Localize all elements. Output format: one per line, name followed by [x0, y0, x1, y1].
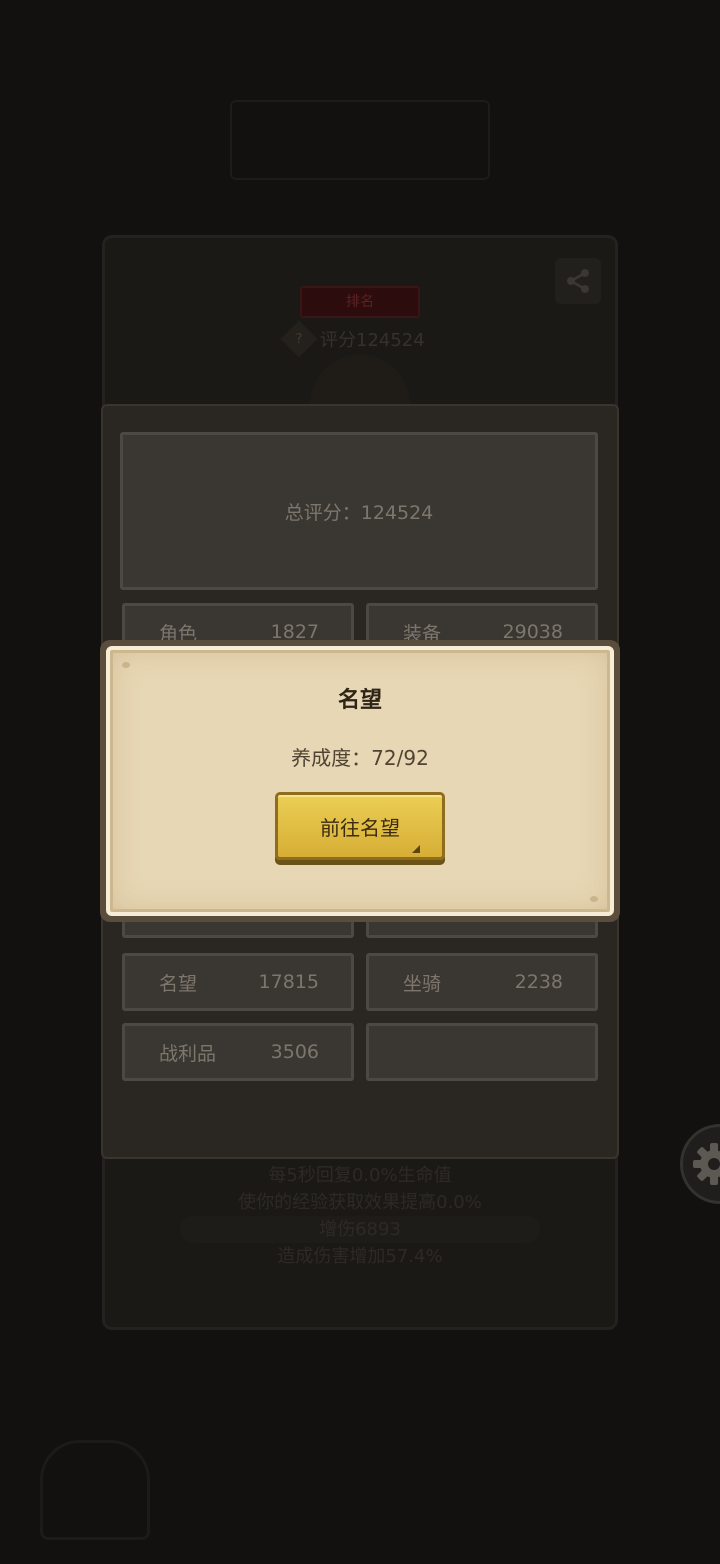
stat-value: 2238 [514, 971, 563, 993]
stat-card-reputation[interactable]: 名望 17815 [122, 953, 354, 1011]
background-buff-texts: 每5秒回复0.0%生命值 使你的经验获取效果提高0.0% 增伤6893 造成伤害… [0, 1162, 720, 1270]
background-decoration [230, 100, 490, 180]
stat-name: 名望 [159, 972, 198, 995]
help-icon[interactable]: ? [280, 320, 318, 358]
goto-reputation-button[interactable]: 前往名望 [275, 792, 445, 860]
stat-card-mount[interactable]: 坐骑 2238 [366, 953, 598, 1011]
background-score-label: 评分124524 [320, 330, 425, 351]
stat-card-empty [366, 1023, 598, 1081]
background-bottom-icon [40, 1440, 150, 1540]
share-button[interactable] [555, 258, 601, 304]
buff-line: 造成伤害增加57.4% [277, 1246, 443, 1267]
stat-name: 战利品 [159, 1042, 217, 1065]
nail-decoration [590, 896, 598, 902]
game-screen: 排名 ? 评分124524 每5秒回复0.0%生命值 使你的经验获取效果提高0.… [0, 0, 720, 1564]
goto-reputation-label: 前往名望 [320, 815, 400, 840]
popup-title: 名望 [337, 688, 382, 713]
nail-decoration [122, 662, 130, 668]
rank-badge: 排名 [300, 286, 420, 318]
stat-value: 17815 [258, 971, 319, 993]
buff-line: 增伤6893 [180, 1216, 540, 1243]
stat-value: 3506 [270, 1041, 319, 1063]
share-icon [567, 269, 589, 293]
total-score-card: 总评分：124524 [120, 432, 598, 590]
background-score-row: ? 评分124524 [280, 320, 425, 358]
buff-line: 每5秒回复0.0%生命值 [268, 1165, 452, 1186]
button-corner-decoration [412, 845, 420, 853]
stat-card-loot[interactable]: 战利品 3506 [122, 1023, 354, 1081]
stat-name: 坐骑 [403, 972, 442, 995]
buff-line: 使你的经验获取效果提高0.0% [238, 1192, 482, 1213]
total-score-label: 总评分：124524 [284, 501, 434, 524]
cultivation-progress: 养成度：72/92 [291, 746, 429, 770]
